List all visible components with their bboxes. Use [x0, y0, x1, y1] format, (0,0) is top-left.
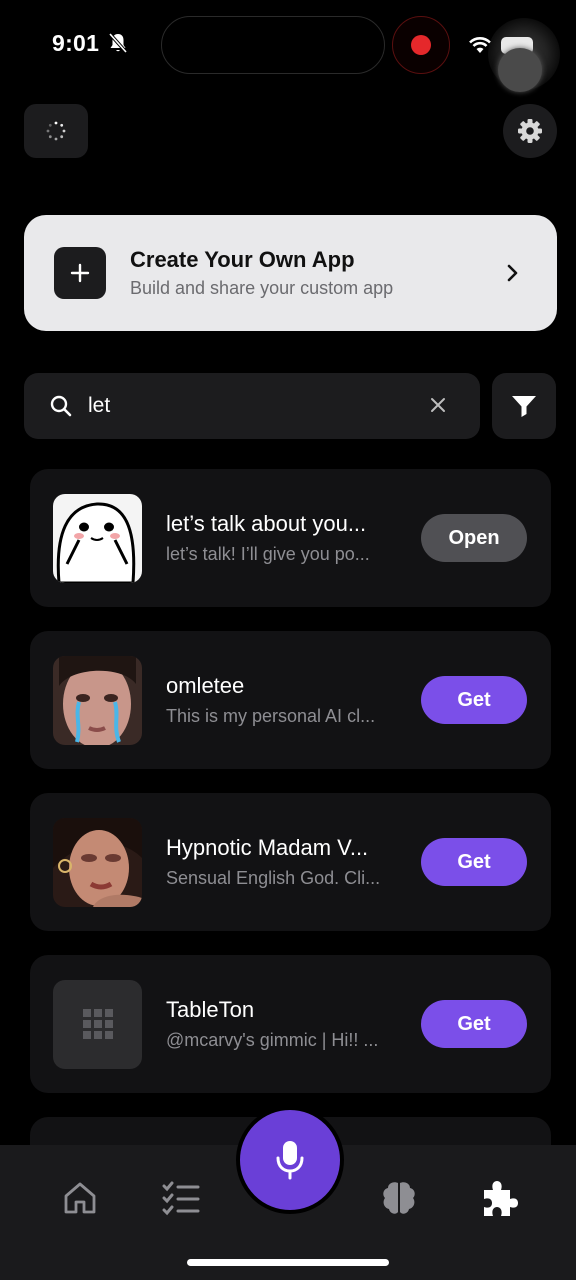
get-button[interactable]: Get [421, 1000, 527, 1048]
create-app-card[interactable]: Create Your Own App Build and share your… [24, 215, 557, 331]
screen-recording-indicator[interactable] [392, 16, 450, 74]
chevron-right-icon [507, 264, 518, 282]
dynamic-island [161, 16, 385, 74]
app-list-item[interactable]: omletee This is my personal AI cl... Get [30, 631, 551, 769]
app-name: Hypnotic Madam V... [166, 835, 369, 860]
record-dot-icon [411, 35, 431, 55]
get-button[interactable]: Get [421, 676, 527, 724]
app-description: Sensual English God. Cli... [166, 868, 381, 888]
create-app-subtitle: Build and share your custom app [130, 278, 394, 298]
app-list-item[interactable]: Hypnotic Madam V... Sensual English God.… [30, 793, 551, 931]
filter-button[interactable] [492, 373, 556, 439]
grid-icon [82, 1009, 113, 1039]
app-name: let’s talk about you... [166, 511, 367, 536]
assistive-touch-button[interactable] [498, 48, 542, 92]
open-button[interactable]: Open [421, 514, 527, 562]
home-indicator [187, 1259, 389, 1266]
app-thumbnail-placeholder [53, 979, 142, 1069]
app-thumbnail [53, 817, 142, 907]
settings-button[interactable] [503, 104, 557, 158]
app-name: TableTon [166, 997, 255, 1022]
get-button[interactable]: Get [421, 838, 527, 886]
plus-icon [54, 247, 106, 299]
mic-icon [276, 1141, 304, 1180]
create-app-title: Create Your Own App [130, 247, 355, 272]
app-thumbnail [53, 493, 142, 583]
status-time: 9:01 [52, 30, 100, 56]
search-bar[interactable] [24, 373, 480, 439]
loading-spinner-icon [46, 121, 66, 141]
app-description: let’s talk! I’ll give you po... [166, 544, 370, 564]
search-input[interactable] [88, 394, 388, 418]
app-description: This is my personal AI cl... [166, 706, 376, 726]
checklist-icon[interactable] [162, 1180, 200, 1216]
app-list-item[interactable]: TableTon @mcarvy's gimmic | Hi!! ... Get [30, 955, 551, 1093]
puzzle-icon[interactable] [480, 1180, 518, 1218]
home-icon[interactable] [62, 1180, 98, 1216]
clear-search-icon[interactable] [430, 397, 446, 413]
loading-button[interactable] [24, 104, 88, 158]
bell-muted-icon [109, 33, 127, 53]
brain-icon[interactable] [380, 1180, 418, 1216]
voice-input-button[interactable] [236, 1106, 344, 1214]
app-thumbnail [53, 655, 142, 745]
gear-icon [518, 119, 542, 143]
filter-icon [512, 396, 536, 417]
app-name: omletee [166, 673, 245, 698]
app-list-item[interactable]: let’s talk about you... let’s talk! I’ll… [30, 469, 551, 607]
search-icon [50, 395, 72, 417]
app-description: @mcarvy's gimmic | Hi!! ... [166, 1030, 379, 1050]
